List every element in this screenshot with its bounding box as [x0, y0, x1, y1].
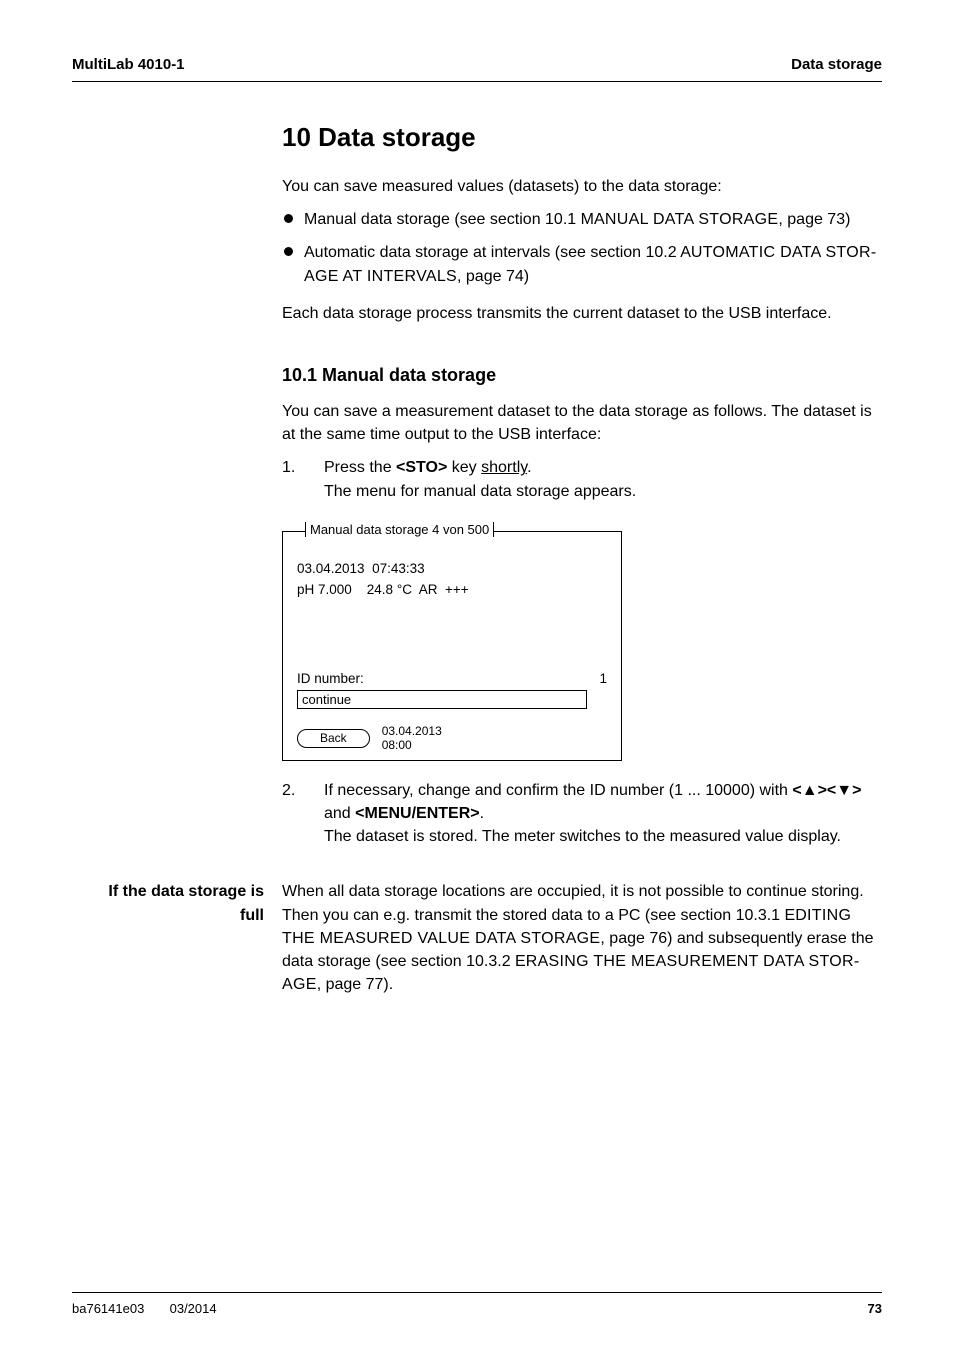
device-id-row: ID number: 1	[297, 671, 607, 686]
bullet-1-pre: Manual data storage (see section 10.1 M	[304, 211, 594, 228]
header-left: MultiLab 4010-1	[72, 56, 185, 73]
step-1-text-e: .	[527, 459, 531, 476]
bullet-1-post: , page 73)	[778, 211, 850, 228]
device-continue: continue	[297, 690, 587, 709]
side-note-label: If the data storage is full	[72, 880, 282, 926]
post-bullets-text: Each data storage process transmits the …	[282, 302, 882, 325]
device-title: Manual data storage 4 von 500	[305, 522, 494, 537]
header-rule	[72, 81, 882, 82]
footer-page-number: 73	[868, 1301, 882, 1316]
footer-rule	[72, 1292, 882, 1293]
side-note: If the data storage is full When all dat…	[72, 880, 882, 996]
device-measurement: pH 7.000 24.8 °C AR +++	[297, 582, 469, 597]
device-timestamp: 03.04.2013 07:43:33	[297, 561, 425, 576]
bullet-2-pre: Automatic data storage at intervals (see…	[304, 244, 691, 261]
step-2-line2: The dataset is stored. The meter switche…	[324, 828, 841, 845]
device-id-value: 1	[599, 671, 607, 686]
step-2-text-c: and	[324, 805, 355, 822]
step-2-menu: <MENU/ENTER>	[355, 805, 479, 822]
step-2-text-a: If necessary, change and confirm the ID …	[324, 782, 792, 799]
step-2: 2. If necessary, change and confirm the …	[282, 779, 882, 849]
step-2-keys: <▲><▼>	[792, 782, 861, 799]
step-1-text-c: key	[447, 459, 481, 476]
step-1-line2: The menu for manual data storage appears…	[324, 483, 636, 500]
side-note-body: When all data storage locations are occu…	[282, 880, 882, 996]
page-footer: ba76141e03 03/2014 73	[72, 1292, 882, 1316]
bullet-item-2: Automatic data storage at intervals (see…	[282, 241, 882, 287]
bullet-1-smallcaps: ANUAL DATA STORAGE	[594, 211, 778, 228]
device-back-button: Back	[297, 729, 370, 748]
device-footer-time: 08:00	[382, 738, 412, 752]
bullet-2-post: , page 74)	[457, 268, 529, 285]
intro-text: You can save measured values (datasets) …	[282, 175, 882, 198]
step-2-number: 2.	[282, 779, 324, 849]
footer-doc-id: ba76141e03	[72, 1301, 144, 1316]
device-footer: Back 03.04.2013 08:00	[297, 725, 607, 751]
side-note-label-l2: full	[240, 907, 264, 924]
device-footer-date: 03.04.2013	[382, 724, 442, 738]
device-id-label: ID number:	[297, 671, 364, 686]
step-2-text-e: .	[480, 805, 484, 822]
side-body-c: , page 77).	[317, 976, 394, 993]
step-1: 1. Press the <STO> key shortly. The menu…	[282, 456, 882, 502]
footer-doc-date: 03/2014	[170, 1301, 217, 1316]
header-right: Data storage	[791, 56, 882, 73]
step-1-number: 1.	[282, 456, 324, 502]
subsection-intro: You can save a measurement dataset to th…	[282, 400, 882, 446]
step-1-text-a: Press the	[324, 459, 396, 476]
page-header: MultiLab 4010-1 Data storage	[72, 56, 882, 73]
bullet-list: Manual data storage (see section 10.1 MA…	[282, 208, 882, 288]
step-1-underline: shortly	[481, 459, 527, 476]
side-body-a: When all data storage locations are occu…	[282, 883, 864, 923]
page-title: 10 Data storage	[282, 122, 882, 153]
side-note-label-l1: If the data storage is	[108, 883, 264, 900]
device-screen: Manual data storage 4 von 500 03.04.2013…	[282, 531, 622, 761]
subsection-title: 10.1 Manual data storage	[282, 365, 882, 386]
step-1-key: <STO>	[396, 459, 447, 476]
bullet-item-1: Manual data storage (see section 10.1 MA…	[282, 208, 882, 231]
